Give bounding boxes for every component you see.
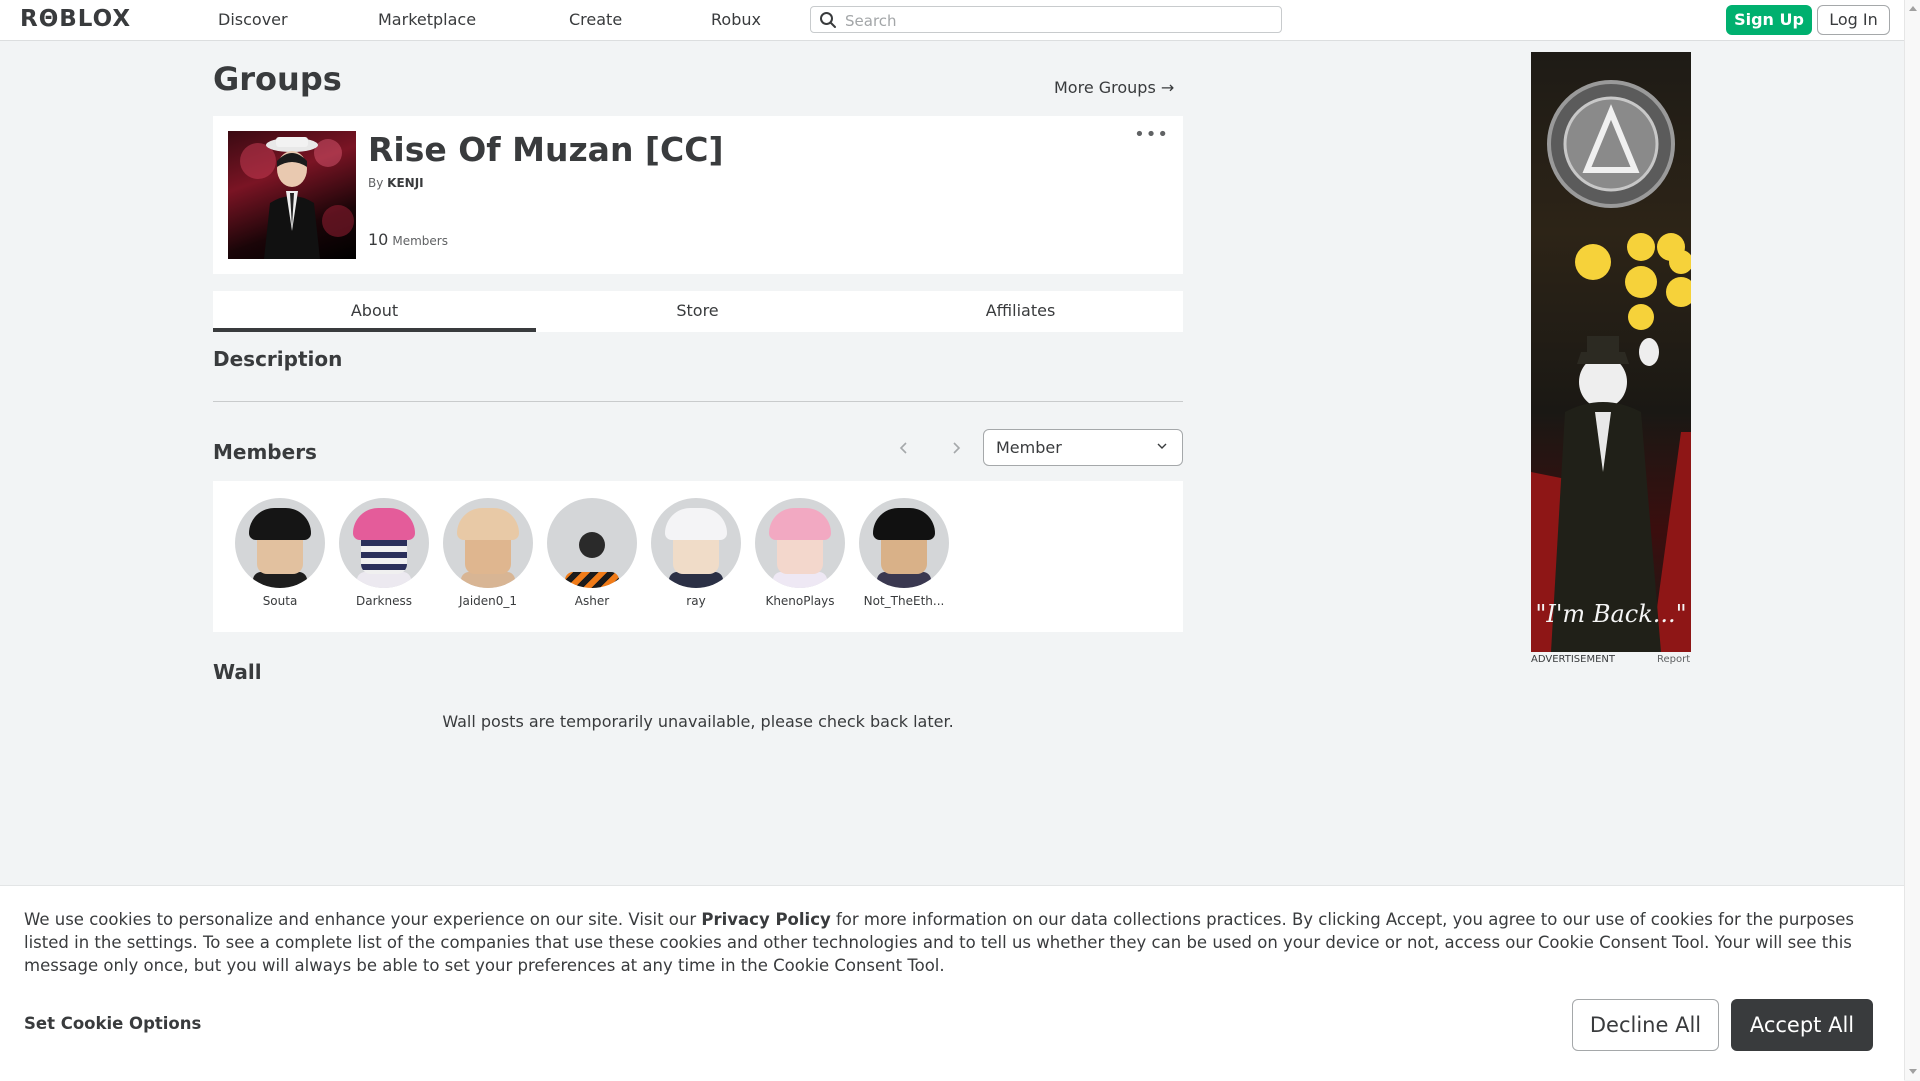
nav-marketplace-link[interactable]: Marketplace [378, 10, 476, 29]
member-name: Darkness [356, 594, 412, 608]
chevron-right-icon [953, 442, 961, 454]
more-groups-link[interactable]: More Groups → [1054, 78, 1174, 97]
member-role-selected: Member [996, 438, 1062, 457]
advertisement-banner[interactable]: "I'm Back..." [1531, 52, 1691, 652]
section-divider [213, 401, 1183, 402]
member-item[interactable]: ray [644, 498, 748, 608]
member-item[interactable]: Darkness [332, 498, 436, 608]
member-name: Souta [262, 594, 298, 608]
member-name: ray [686, 594, 706, 608]
search-input[interactable] [843, 10, 1267, 32]
group-emblem-art [240, 137, 354, 259]
members-prev-page-button[interactable] [893, 438, 915, 458]
chevron-left-icon [899, 442, 907, 454]
members-next-page-button[interactable] [945, 438, 967, 458]
nav-create-link[interactable]: Create [569, 10, 622, 29]
avatar-hair [457, 508, 519, 540]
page-scrollbar[interactable] [1904, 0, 1920, 1080]
avatar-body [877, 572, 931, 588]
accept-all-button[interactable]: Accept All [1731, 999, 1873, 1051]
description-heading: Description [213, 347, 343, 371]
cookie-consent-text: We use cookies to personalize and enhanc… [24, 908, 1884, 977]
avatar-hair [665, 508, 727, 540]
member-name: KhenoPlays [765, 594, 835, 608]
member-item[interactable]: Jaiden0_1 [436, 498, 540, 608]
roblox-logo[interactable]: RΘBLOX [20, 6, 131, 32]
tab-store[interactable]: Store [536, 291, 859, 332]
avatar-face [579, 532, 605, 558]
group-emblem-image [228, 131, 356, 259]
avatar [859, 498, 949, 588]
member-name: Jaiden0_1 [458, 594, 518, 608]
page-title: Groups [213, 60, 342, 98]
top-navigation-bar: RΘBLOX Discover Marketplace Create Robux… [0, 0, 1904, 41]
search-icon [820, 12, 836, 28]
group-owner-prefix: By [368, 176, 384, 190]
more-options-icon[interactable]: ••• [1134, 126, 1169, 144]
tab-affiliates[interactable]: Affiliates [859, 291, 1182, 332]
avatar [755, 498, 845, 588]
chevron-down-icon [1157, 443, 1167, 449]
scroll-up-arrow-icon[interactable] [1909, 6, 1917, 11]
group-name: Rise Of Muzan [CC] [368, 130, 724, 169]
avatar-hair [353, 508, 415, 540]
avatar-body [461, 572, 515, 588]
members-list: Souta Darkness Jaiden0_1 Asher ray Kheno… [213, 481, 1183, 632]
member-item[interactable]: KhenoPlays [748, 498, 852, 608]
wall-unavailable-message: Wall posts are temporarily unavailable, … [442, 712, 954, 731]
cookie-text-before: We use cookies to personalize and enhanc… [24, 910, 702, 929]
member-count-label: Members [392, 234, 448, 248]
avatar [443, 498, 533, 588]
wall-heading: Wall [213, 660, 262, 684]
advertisement-caption: "I'm Back..." [1535, 600, 1686, 628]
group-header-card: Rise Of Muzan [CC] By KENJI 10 Members ••… [213, 116, 1183, 274]
member-count-value: 10 [368, 230, 389, 249]
avatar-body [357, 572, 411, 588]
log-in-button[interactable]: Log In [1817, 5, 1890, 35]
avatar [651, 498, 741, 588]
advertisement-label: ADVERTISEMENT [1531, 654, 1616, 665]
nav-discover-link[interactable]: Discover [218, 10, 288, 29]
avatar-body [253, 572, 307, 588]
avatar-hair [769, 508, 831, 540]
privacy-policy-link[interactable]: Privacy Policy [701, 910, 830, 929]
scroll-down-arrow-icon[interactable] [1909, 1069, 1917, 1074]
group-member-count: 10 Members [368, 230, 448, 249]
member-role-dropdown[interactable]: Member [983, 429, 1183, 466]
group-tabs: About Store Affiliates [213, 291, 1183, 332]
avatar-hair [873, 508, 935, 540]
nav-robux-link[interactable]: Robux [711, 10, 761, 29]
avatar [547, 498, 637, 588]
decline-all-button[interactable]: Decline All [1572, 999, 1719, 1051]
avatar-body [669, 572, 723, 588]
avatar-body [773, 572, 827, 588]
avatar-body [565, 572, 619, 588]
search-box[interactable] [810, 6, 1282, 33]
sign-up-button[interactable]: Sign Up [1726, 5, 1812, 35]
tab-about[interactable]: About [213, 291, 536, 332]
group-owner-line: By KENJI [368, 176, 424, 190]
set-cookie-options-link[interactable]: Set Cookie Options [24, 1014, 201, 1033]
avatar [339, 498, 429, 588]
cookie-consent-banner: We use cookies to personalize and enhanc… [0, 885, 1904, 1081]
member-item[interactable]: Asher [540, 498, 644, 608]
advertisement-report-link[interactable]: Report [1657, 654, 1690, 665]
member-name: Asher [574, 594, 610, 608]
member-item[interactable]: Not_TheEth... [852, 498, 956, 608]
avatar-hair [249, 508, 311, 540]
members-heading: Members [213, 440, 317, 464]
member-item[interactable]: Souta [228, 498, 332, 608]
member-name: Not_TheEth... [863, 594, 945, 608]
avatar [235, 498, 325, 588]
advertisement-art: "I'm Back..." [1531, 80, 1691, 652]
group-owner-link[interactable]: KENJI [387, 176, 423, 190]
